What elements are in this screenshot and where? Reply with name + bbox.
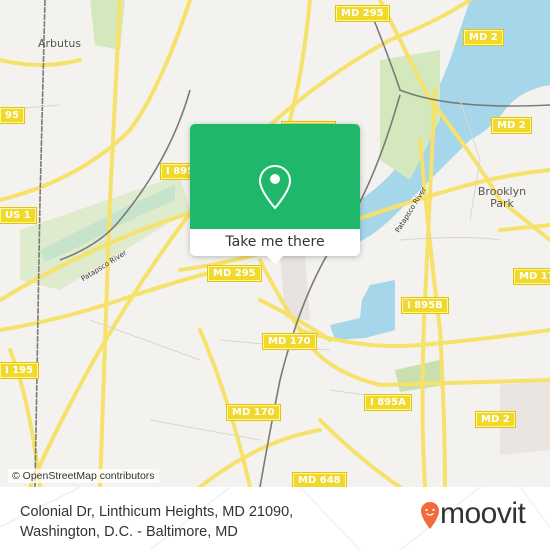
- place-label-arbutus: Arbutus: [38, 37, 82, 50]
- map-pin-icon: [258, 164, 292, 210]
- road-shield: MD 2: [463, 29, 504, 46]
- road-shield: MD 648: [292, 472, 347, 487]
- water-pond: [330, 280, 395, 340]
- address-line-1: Colonial Dr, Linthicum Heights, MD 21090…: [20, 504, 294, 520]
- road-shield: MD 170: [262, 333, 317, 350]
- road-shield: MD 170: [226, 404, 281, 421]
- map-attribution[interactable]: © OpenStreetMap contributors: [8, 469, 159, 483]
- road-shield: MD 2: [491, 117, 532, 134]
- road-shield: US 1: [0, 207, 37, 224]
- road-shield: MD 295: [207, 265, 262, 282]
- moovit-pin-icon: [421, 502, 439, 529]
- take-me-there-button[interactable]: Take me there: [190, 229, 360, 256]
- road-shield: MD 17: [513, 268, 550, 285]
- address-line-2: Washington, D.C. - Baltimore, MD: [20, 524, 238, 540]
- address-text: Colonial Dr, Linthicum Heights, MD 21090…: [20, 502, 293, 542]
- popup-pointer: [267, 256, 283, 264]
- take-me-there-popup[interactable]: Take me there: [190, 124, 360, 264]
- road-shield: MD 2: [475, 411, 516, 428]
- moovit-wordmark: moovit: [440, 497, 526, 530]
- road-shield: I 895B: [401, 297, 449, 314]
- road-shield: 95: [0, 107, 25, 124]
- road-shield: I 195: [0, 362, 40, 379]
- popup-header[interactable]: [190, 124, 360, 229]
- road-shield: I 895A: [364, 394, 412, 411]
- place-label-brooklyn-park: Brooklyn Park: [477, 185, 527, 210]
- road-shield: MD 295: [335, 5, 390, 22]
- park-area: [395, 360, 445, 392]
- landuse-area: [280, 255, 310, 320]
- map-view[interactable]: Arbutus Brooklyn Park Patapsco River Pat…: [0, 0, 550, 487]
